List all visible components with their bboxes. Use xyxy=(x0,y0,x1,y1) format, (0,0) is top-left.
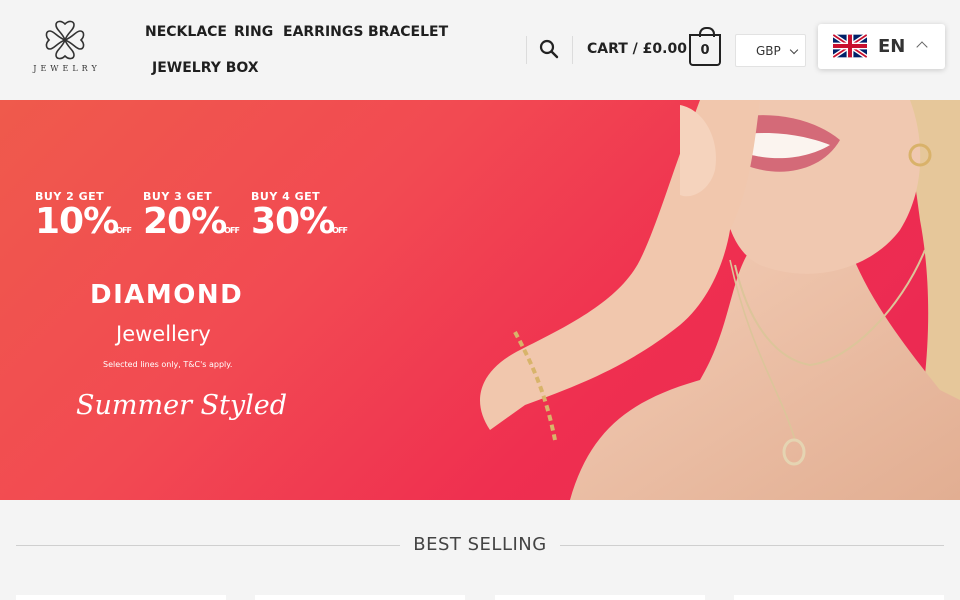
offer-suffix: OFF xyxy=(116,226,132,235)
offer-percent: 10% xyxy=(35,201,119,242)
offer-percent: 20% xyxy=(143,201,227,242)
nav-item-bracelet[interactable]: BRACELET xyxy=(368,24,448,40)
site-header: JEWELRY NECKLACE RING EARRINGS BRACELET … xyxy=(0,0,960,100)
logo-text: JEWELRY xyxy=(33,64,101,73)
search-icon[interactable] xyxy=(539,39,559,59)
offer-suffix: OFF xyxy=(332,226,348,235)
nav-item-earrings[interactable]: EARRINGS xyxy=(283,24,363,40)
language-code: EN xyxy=(878,36,906,57)
uk-flag-icon xyxy=(833,34,867,58)
product-card[interactable] xyxy=(495,595,705,600)
product-card[interactable] xyxy=(734,595,944,600)
product-card[interactable] xyxy=(255,595,465,600)
hero-subtitle: Jewellery xyxy=(116,322,211,346)
offer-10: BUY 2 GET 10%OFF xyxy=(35,190,135,250)
offer-20: BUY 3 GET 20%OFF xyxy=(143,190,243,250)
cart-count-badge[interactable]: 0 xyxy=(689,27,721,66)
currency-select[interactable]: GBP xyxy=(735,34,806,67)
currency-value: GBP xyxy=(756,43,781,58)
language-switcher[interactable]: EN xyxy=(818,24,945,69)
offer-suffix: OFF xyxy=(224,226,240,235)
hero-model-image xyxy=(480,100,960,500)
hero-banner[interactable]: BUY 2 GET 10%OFF BUY 3 GET 20%OFF BUY 4 … xyxy=(0,100,960,500)
hero-script-text: Summer Styled xyxy=(76,390,288,421)
hero-note: Selected lines only, T&C's apply. xyxy=(103,360,233,369)
header-divider xyxy=(572,36,573,64)
hero-title: DIAMOND xyxy=(90,280,244,310)
offer-percent: 30% xyxy=(251,201,335,242)
header-divider xyxy=(526,36,527,64)
offer-30: BUY 4 GET 30%OFF xyxy=(251,190,351,250)
section-divider-right xyxy=(560,545,944,546)
cart-link[interactable]: CART / £0.00 xyxy=(587,41,687,57)
nav-item-ring[interactable]: RING xyxy=(234,24,273,40)
nav-item-jewelry-box[interactable]: JEWELRY BOX xyxy=(152,60,259,76)
nav-item-necklace[interactable]: NECKLACE xyxy=(145,24,227,40)
chevron-up-icon xyxy=(916,41,928,53)
logo-hearts-icon xyxy=(45,20,85,60)
logo[interactable]: JEWELRY xyxy=(24,18,106,82)
product-card[interactable] xyxy=(16,595,226,600)
chevron-down-icon xyxy=(789,45,799,55)
